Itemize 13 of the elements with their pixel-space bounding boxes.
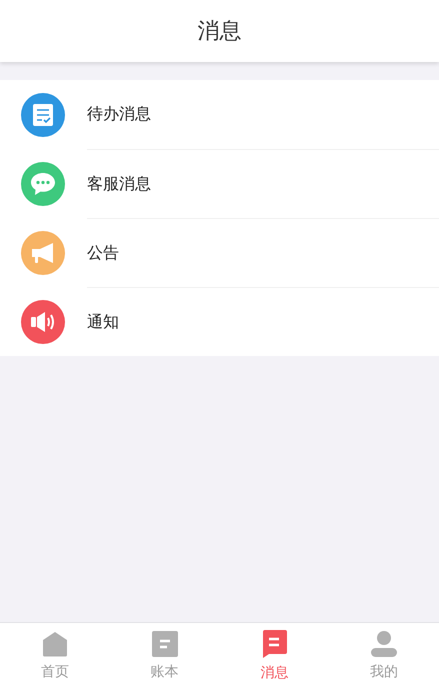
message-category[interactable]: 待办消息 — [87, 104, 151, 125]
home-icon — [42, 630, 68, 656]
chat-bubble-icon — [30, 172, 56, 196]
document-icon — [152, 630, 178, 656]
message-icon — [261, 630, 288, 658]
message-category[interactable]: 通知 — [87, 312, 119, 332]
page-title: 消息 — [198, 18, 242, 46]
speaker-icon — [30, 310, 56, 332]
person-icon — [371, 630, 398, 656]
message-category[interactable]: 公告 — [87, 242, 119, 264]
message-category[interactable]: 客服消息 — [87, 174, 151, 194]
checklist-icon — [32, 102, 54, 126]
megaphone-icon — [30, 240, 56, 264]
